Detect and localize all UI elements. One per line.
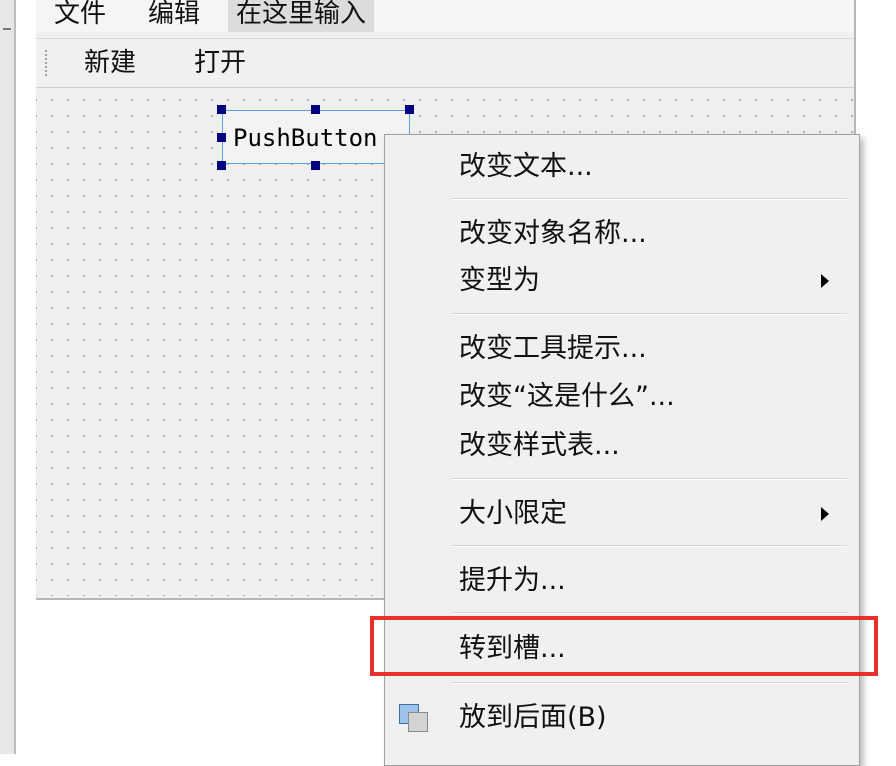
submenu-arrow-icon bbox=[821, 507, 829, 521]
menu-type-here[interactable]: 在这里输入 bbox=[228, 0, 375, 32]
menu-item-change-text[interactable]: 改变文本... bbox=[385, 145, 859, 189]
menu-item-promote-to[interactable]: 提升为... bbox=[385, 559, 859, 603]
menu-item-label: 放到后面(B) bbox=[459, 702, 607, 733]
menu-item-label: 变型为 bbox=[459, 265, 540, 296]
submenu-arrow-icon bbox=[821, 274, 829, 288]
menu-item-label: 提升为... bbox=[459, 565, 566, 596]
menu-item-morph-into[interactable]: 变型为 bbox=[385, 259, 859, 303]
menu-item-send-to-back[interactable]: 放到后面(B) bbox=[385, 696, 859, 740]
menu-item-label: 改变对象名称... bbox=[459, 218, 647, 249]
menu-item-label: 改变文本... bbox=[459, 151, 593, 182]
resize-handle-left[interactable] bbox=[217, 133, 226, 142]
panel-mark bbox=[3, 28, 11, 30]
menu-item-change-object-name[interactable]: 改变对象名称... bbox=[385, 212, 859, 256]
resize-handle-bottom-left[interactable] bbox=[217, 161, 226, 170]
menu-item-change-stylesheet[interactable]: 改变样式表... bbox=[385, 424, 859, 468]
toolbar: 新建 打开 bbox=[36, 38, 854, 88]
menu-edit[interactable]: 编辑 bbox=[140, 0, 208, 32]
menu-item-label: 改变“这是什么”... bbox=[459, 381, 675, 412]
menu-item-label: 改变样式表... bbox=[459, 430, 620, 461]
resize-handle-top-right[interactable] bbox=[405, 105, 414, 114]
menubar: 文件 编辑 在这里输入 bbox=[36, 0, 854, 32]
menu-separator bbox=[451, 612, 847, 614]
menu-item-size-constraints[interactable]: 大小限定 bbox=[385, 492, 859, 536]
menu-item-label: 改变工具提示... bbox=[459, 333, 647, 364]
send-to-back-icon bbox=[399, 704, 431, 732]
menu-separator bbox=[451, 313, 847, 315]
menu-item-change-whats-this[interactable]: 改变“这是什么”... bbox=[385, 375, 859, 419]
toolbar-grip-handle[interactable] bbox=[44, 49, 48, 77]
menu-file[interactable]: 文件 bbox=[46, 0, 114, 32]
toolbar-new-button[interactable]: 新建 bbox=[78, 45, 142, 81]
menu-separator bbox=[451, 545, 847, 547]
resize-handle-bottom[interactable] bbox=[311, 161, 320, 170]
menu-separator bbox=[451, 682, 847, 684]
menu-separator bbox=[451, 198, 847, 200]
push-button-widget[interactable]: PushButton bbox=[222, 110, 410, 164]
menu-item-label: 大小限定 bbox=[459, 498, 567, 529]
toolbar-open-button[interactable]: 打开 bbox=[188, 45, 252, 81]
left-panel-edge bbox=[0, 0, 16, 754]
resize-handle-top-left[interactable] bbox=[217, 105, 226, 114]
resize-handle-top[interactable] bbox=[311, 105, 320, 114]
highlight-box bbox=[370, 616, 878, 676]
menu-item-change-tooltip[interactable]: 改变工具提示... bbox=[385, 327, 859, 371]
menu-separator bbox=[451, 478, 847, 480]
